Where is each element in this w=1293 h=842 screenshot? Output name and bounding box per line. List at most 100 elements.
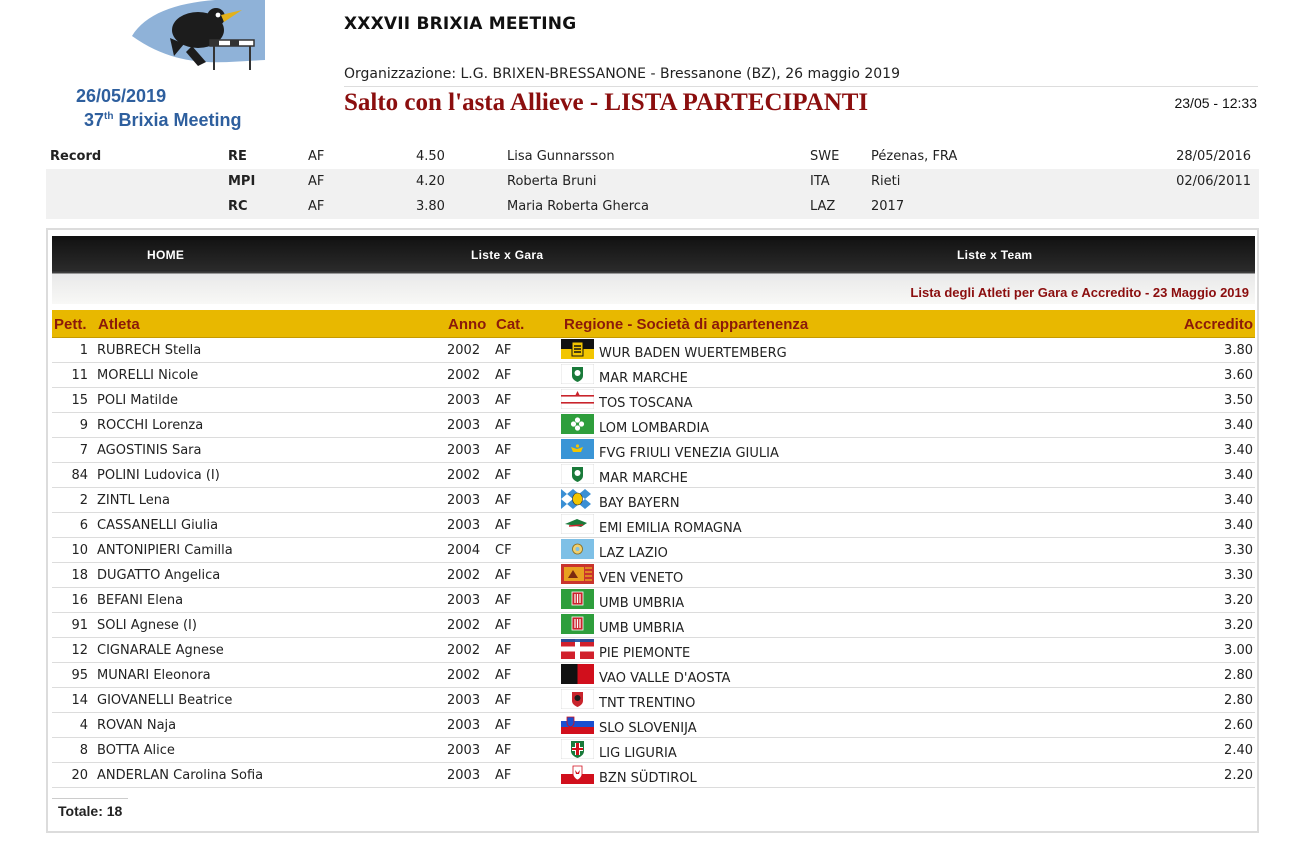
region-club: BAY BAYERN [599,496,680,511]
accredito-mark: 2.80 [1224,693,1253,708]
category: AF [495,618,512,633]
region-club: BZN SÜDTIROL [599,771,697,786]
region-club: WUR BADEN WUERTEMBERG [599,346,787,361]
accredito-mark: 3.40 [1224,418,1253,433]
nav-home-link[interactable]: HOME [147,248,184,262]
record-place: Rieti [871,174,901,189]
athlete-name: CASSANELLI Giulia [97,518,219,533]
category: AF [495,493,512,508]
athlete-name: ZINTL Lena [97,493,170,508]
nav-team-link[interactable]: Liste x Team [957,248,1032,262]
mar-flag-icon [561,364,594,384]
ven-flag-icon [561,564,594,584]
accredito-mark: 3.40 [1224,518,1253,533]
athlete-name: AGOSTINIS Sara [97,443,202,458]
category: AF [495,343,512,358]
athlete-name: GIOVANELLI Beatrice [97,693,233,708]
birth-year: 2003 [447,693,481,708]
birth-year: 2003 [447,518,481,533]
birth-year: 2003 [447,493,481,508]
category: AF [495,568,512,583]
category: AF [495,468,512,483]
header-divider [344,86,1258,87]
athlete-name: DUGATTO Angelica [97,568,221,583]
bib-number: 1 [79,343,88,358]
record-code: MPI [228,174,256,189]
accredito-mark: 3.40 [1224,443,1253,458]
bib-number: 84 [71,468,88,483]
table-row: 91 SOLI Agnese (I) 2002 AF UMB UMBRIA 3.20 [52,613,1255,638]
record-code: RC [228,199,248,214]
tnt-flag-icon [561,689,594,709]
participants-panel: HOME Liste x Gara Liste x Team Lista deg… [46,228,1259,833]
category: AF [495,368,512,383]
records-table: Record RE AF 4.50 Lisa Gunnarsson SWE Pé… [46,144,1259,219]
region-club: VEN VENETO [599,571,684,586]
bib-number: 9 [79,418,88,433]
region-club: TOS TOSCANA [599,396,693,411]
table-row: 10 ANTONIPIERI Camilla 2004 CF LAZ LAZIO 3.30 [52,538,1255,563]
record-mark: 4.50 [416,149,445,164]
table-header: Pett. Atleta Anno Cat. Regione - Società… [52,310,1255,338]
athlete-name: ROCCHI Lorenza [97,418,204,433]
region-club: PIE PIEMONTE [599,646,691,661]
record-athlete: Roberta Bruni [507,174,597,189]
accredito-mark: 2.60 [1224,718,1253,733]
bib-number: 18 [71,568,88,583]
accredito-mark: 3.00 [1224,643,1253,658]
birth-year: 2003 [447,768,481,783]
record-category: AF [308,199,325,214]
category: CF [495,543,512,558]
record-nation: ITA [810,174,830,189]
athlete-name: CIGNARALE Agnese [97,643,224,658]
records-label: Record [50,149,102,164]
pie-flag-icon [561,639,594,659]
accredito-mark: 2.20 [1224,768,1253,783]
athlete-name: SOLI Agnese (I) [97,618,197,633]
record-category: AF [308,174,325,189]
birth-year: 2002 [447,343,481,358]
region-club: LIG LIGURIA [599,746,677,761]
accredito-mark: 3.30 [1224,568,1253,583]
record-nation: LAZ [810,199,836,214]
table-row: 15 POLI Matilde 2003 AF TOS TOSCANA 3.50 [52,388,1255,413]
lom-flag-icon [561,414,594,434]
region-club: UMB UMBRIA [599,596,685,611]
bib-number: 15 [71,393,88,408]
table-row: 6 CASSANELLI Giulia 2003 AF EMI EMILIA ROMAG… [52,513,1255,538]
athlete-name: MORELLI Nicole [97,368,199,383]
record-date: 02/06/2011 [1176,174,1251,189]
vao-flag-icon [561,664,594,684]
umb-flag-icon [561,614,594,634]
total-count: Totale: 18 [52,798,129,823]
logo-title-number: 37 [84,110,105,130]
header-regione: Regione - Società di appartenenza [564,316,809,333]
bib-number: 12 [71,643,88,658]
table-row: 2 ZINTL Lena 2003 AF BAY BAYERN 3.40 [52,488,1255,513]
accredito-mark: 3.60 [1224,368,1253,383]
wur-flag-icon [561,339,594,359]
athlete-name: ANTONIPIERI Camilla [97,543,233,558]
record-place: 2017 [871,199,905,214]
nav-gara-link[interactable]: Liste x Gara [471,248,543,262]
category: AF [495,643,512,658]
birth-year: 2003 [447,593,481,608]
athlete-name: POLI Matilde [97,393,179,408]
record-row: MPI AF 4.20 Roberta Bruni ITA Rieti 02/0… [46,169,1259,194]
logo-title-text: Brixia Meeting [113,110,242,130]
athlete-name: ANDERLAN Carolina Sofia [97,768,264,783]
nav-bar: HOME Liste x Gara Liste x Team [52,236,1255,270]
record-date: 28/05/2016 [1176,149,1251,164]
region-club: FVG FRIULI VENEZIA GIULIA [599,446,779,461]
bib-number: 14 [71,693,88,708]
region-club: MAR MARCHE [599,471,688,486]
table-row: 18 DUGATTO Angelica 2002 AF VEN VENETO 3.30 [52,563,1255,588]
meeting-logo: 26/05/2019 37th Brixia Meeting [70,0,270,135]
table-row: 11 MORELLI Nicole 2002 AF MAR MARCHE 3.60 [52,363,1255,388]
birth-year: 2002 [447,618,481,633]
birth-year: 2002 [447,468,481,483]
region-club: TNT TRENTINO [599,696,696,711]
fvg-flag-icon [561,439,594,459]
table-row: 20 ANDERLAN Carolina Sofia 2003 AF BZN SÜDTI… [52,763,1255,788]
lig-flag-icon [561,739,594,759]
